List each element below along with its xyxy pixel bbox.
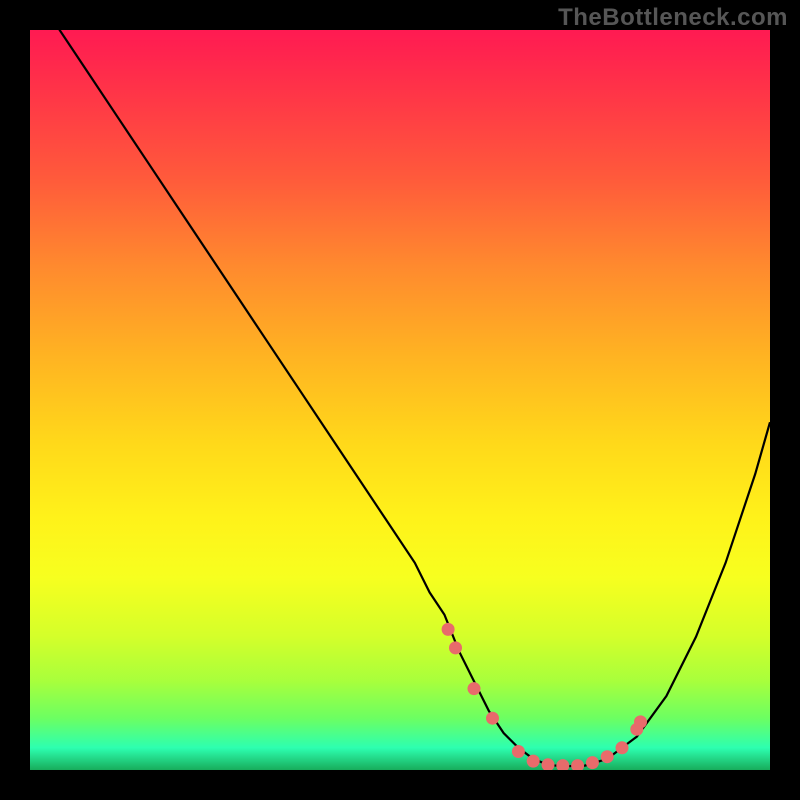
data-dot [468, 682, 481, 695]
data-dot [586, 756, 599, 769]
data-dot [542, 758, 555, 770]
data-dot [556, 759, 569, 770]
plot-area [30, 30, 770, 770]
data-dot [571, 759, 584, 770]
data-dots [442, 623, 647, 770]
watermark-text: TheBottleneck.com [558, 4, 788, 32]
data-dot [512, 745, 525, 758]
data-dot [486, 712, 499, 725]
data-dot [442, 623, 455, 636]
data-dot [634, 715, 647, 728]
data-dot [527, 755, 540, 768]
chart-svg [30, 30, 770, 770]
data-dot [616, 741, 629, 754]
data-dot [601, 750, 614, 763]
bottleneck-curve [30, 30, 770, 766]
data-dot [449, 641, 462, 654]
chart-frame: TheBottleneck.com [0, 0, 800, 800]
